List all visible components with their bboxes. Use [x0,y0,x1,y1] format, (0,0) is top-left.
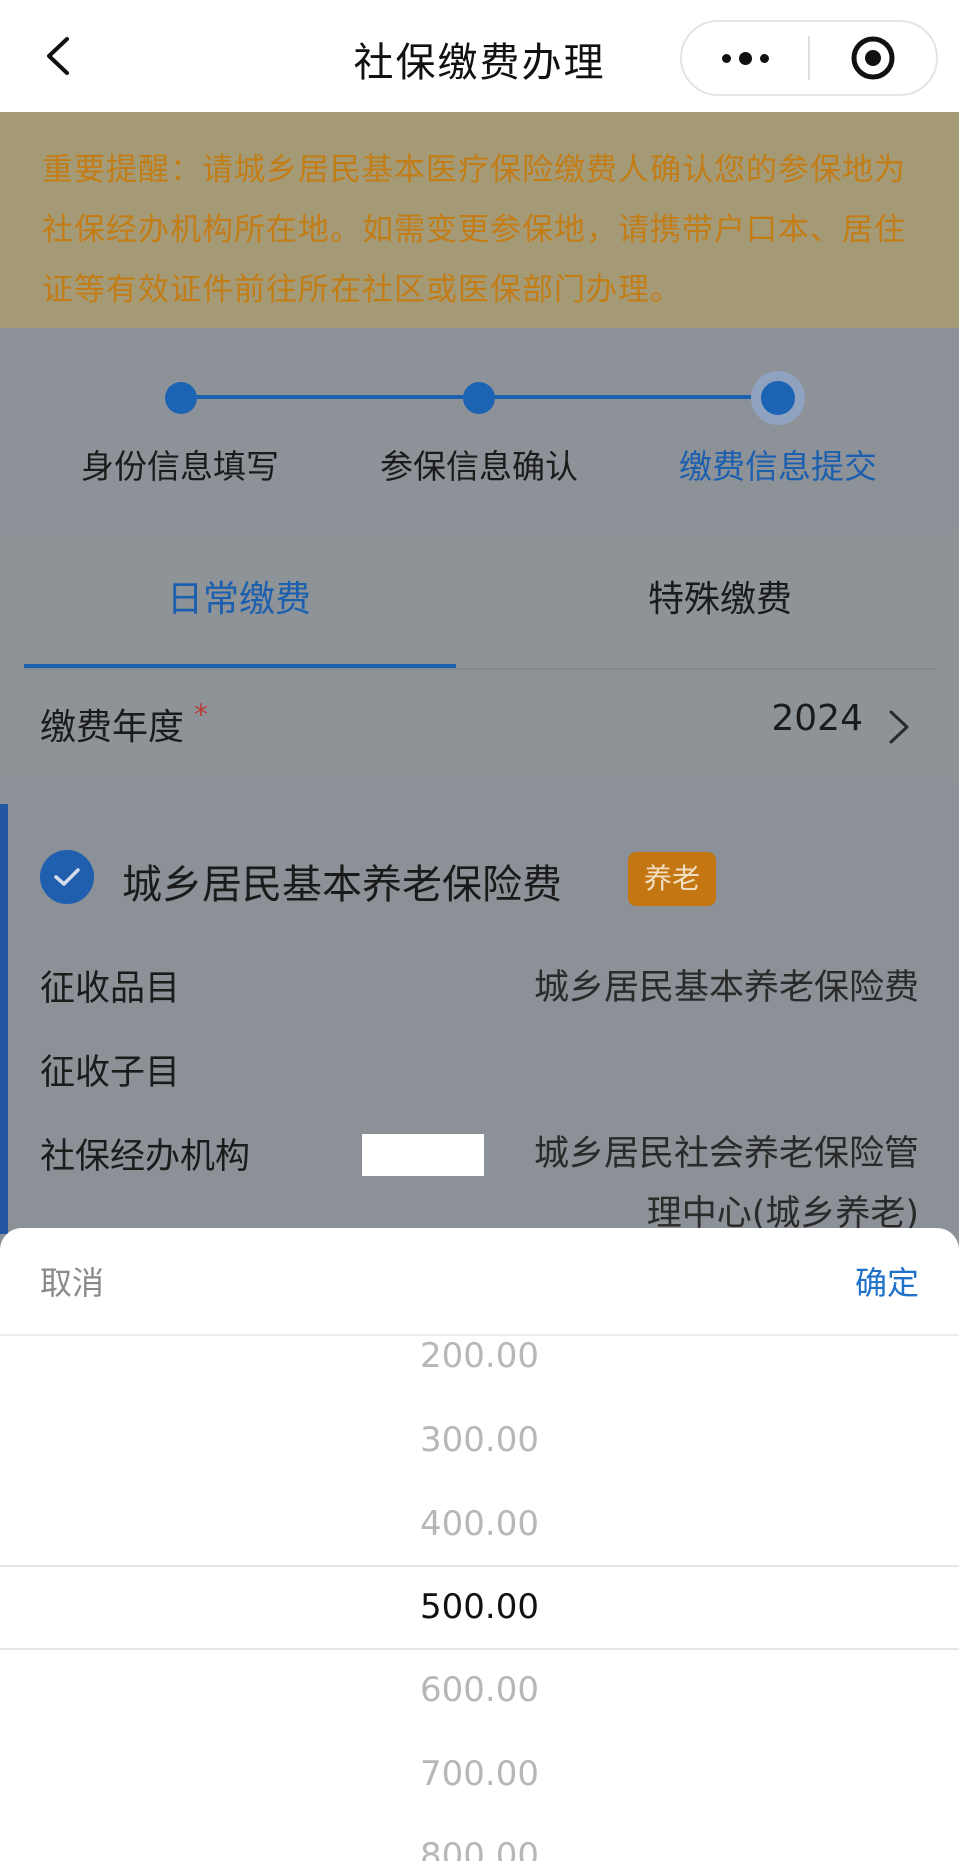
pension-badge: 养老 [628,852,717,906]
step-label-1: 身份信息填写 [81,447,279,486]
tab-special-payment[interactable]: 特殊缴费 [505,558,935,642]
step-connector [480,395,778,399]
check-icon [54,868,80,886]
agency-value-line1: 城乡居民社会养老保险管 [533,1134,919,1174]
payment-year-label: 缴费年度 * [40,698,208,750]
step-label-3: 缴费信息提交 [679,447,877,486]
picker-option[interactable]: 200.00 [0,1314,959,1398]
picker-option[interactable]: 300.00 [0,1398,959,1482]
cancel-button[interactable]: 取消 [40,1258,104,1304]
target-circle-icon [851,36,895,80]
notice-text: 重要提醒：请城乡居民基本医疗保险缴费人确认您的参保地为社保经办机构所在地。如需变… [42,152,906,308]
levy-item-value: 城乡居民基本养老保险费 [533,968,919,1008]
card-accent-bar [0,804,8,1234]
insurance-select-checkbox[interactable] [40,850,94,904]
step-dot-1 [165,382,197,414]
more-dots-icon [721,51,769,65]
chevron-right-icon [889,710,909,744]
step-connector [180,395,480,399]
mini-program-capsule [680,20,938,96]
agency-label: 社保经办机构 [40,1137,251,1177]
picker-option-selected[interactable]: 500.00 [0,1565,959,1649]
levy-subitem-label: 征收子目 [40,1053,181,1093]
amount-picker-sheet: 取消 确定 200.00 300.00 400.00 500.00 600.00… [0,1228,959,1861]
picker-option[interactable]: 700.00 [0,1732,959,1816]
confirm-button[interactable]: 确定 [855,1258,919,1304]
insurance-title: 城乡居民基本养老保险费 [122,862,562,908]
more-button[interactable] [682,22,808,94]
picker-option[interactable]: 400.00 [0,1482,959,1566]
payment-year-label-text: 缴费年度 [40,707,185,748]
step-label-2: 参保信息确认 [380,447,578,486]
progress-stepper: 身份信息填写 参保信息确认 缴费信息提交 [0,328,959,534]
masked-redaction [362,1134,484,1176]
required-mark: * [194,698,209,731]
levy-item-label: 征收品目 [40,969,181,1009]
step-dot-3 [751,371,805,425]
close-mini-program-button[interactable] [810,22,936,94]
payment-year-row[interactable]: 缴费年度 * 2024 [0,670,959,780]
notice-banner: 重要提醒：请城乡居民基本医疗保险缴费人确认您的参保地为社保经办机构所在地。如需变… [0,112,959,328]
active-tab-indicator [24,664,456,668]
amount-picker-wheel[interactable]: 200.00 300.00 400.00 500.00 600.00 700.0… [0,1336,959,1861]
picker-option[interactable]: 600.00 [0,1648,959,1732]
nav-bar: 社保缴费办理 [0,0,959,112]
tab-regular-payment[interactable]: 日常缴费 [24,558,454,642]
step-dot-2 [463,382,495,414]
payment-tabs-card: 日常缴费 特殊缴费 缴费年度 * 2024 [0,534,959,780]
payment-year-value: 2024 [771,698,863,739]
picker-option[interactable]: 800.00 [0,1814,959,1861]
